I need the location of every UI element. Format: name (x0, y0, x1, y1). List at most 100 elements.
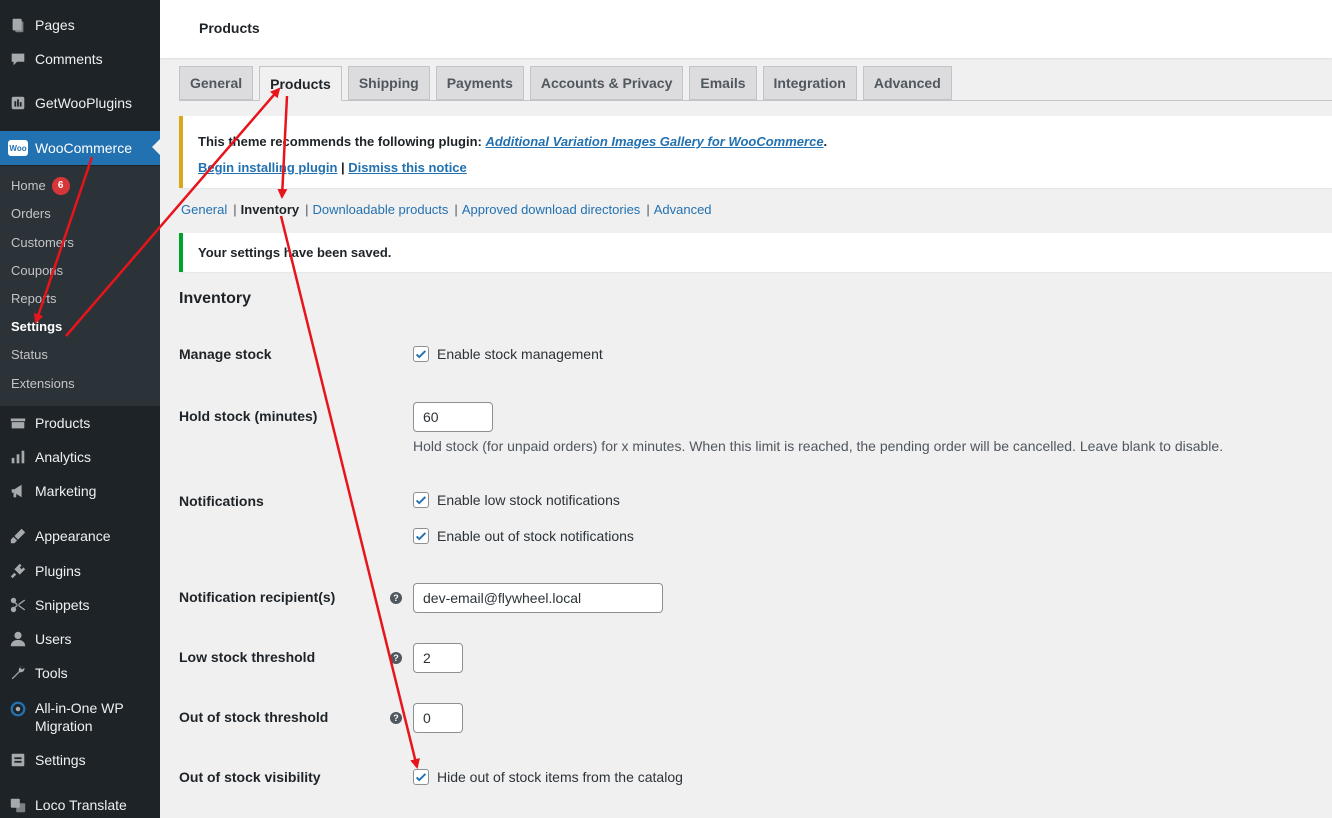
sidebar-item-settings[interactable]: Settings (0, 743, 160, 777)
sidebar-item-pages[interactable]: Pages (0, 8, 160, 42)
submenu-item-extensions[interactable]: Extensions (11, 374, 75, 394)
sidebar-item-label: Marketing (35, 483, 97, 499)
submenu-item-coupons[interactable]: Coupons (11, 261, 63, 281)
sidebar-item-label: Snippets (35, 597, 90, 613)
settings-saved-notice: Your settings have been saved. (179, 233, 1332, 272)
tab-products[interactable]: Products (259, 66, 342, 101)
submenu-item-orders[interactable]: Orders (11, 204, 51, 224)
marketing-icon (8, 481, 28, 501)
woocommerce-submenu: Home 6 Orders Customers Coupons Reports … (0, 166, 160, 406)
tab-payments[interactable]: Payments (435, 66, 524, 100)
analytics-icon (8, 447, 28, 467)
help-tip-icon[interactable]: ? (390, 712, 402, 724)
subnav-advanced[interactable]: Advanced (654, 202, 712, 217)
sidebar-item-label: GetWooPlugins (35, 95, 133, 111)
sidebar-item-label: Appearance (35, 528, 111, 544)
sidebar-item-woocommerce[interactable]: Woo WooCommerce (0, 131, 160, 165)
sidebar-item-tools[interactable]: Tools (0, 656, 160, 690)
submenu-item-settings[interactable]: Settings (11, 317, 62, 337)
dismiss-notice-link[interactable]: Dismiss this notice (348, 160, 466, 175)
section-title: Inventory (179, 290, 252, 307)
settings-icon (8, 750, 28, 770)
out-of-stock-notifications-checkbox[interactable]: Enable out of stock notifications (413, 528, 634, 544)
products-icon (8, 413, 28, 433)
out-of-stock-threshold-input[interactable]: 0 (413, 703, 463, 733)
submenu-item-customers[interactable]: Customers (11, 233, 74, 253)
tab-advanced[interactable]: Advanced (862, 66, 952, 100)
plugins-icon (8, 561, 28, 581)
sidebar-item-appearance[interactable]: Appearance (0, 519, 160, 553)
sidebar-item-label: Pages (35, 17, 75, 33)
submenu-item-status[interactable]: Status (11, 345, 48, 365)
subnav-general[interactable]: General (181, 202, 227, 217)
plugin-link[interactable]: Additional Variation Images Gallery for … (485, 134, 823, 149)
sidebar-item-label: Settings (35, 752, 86, 768)
settings-tabs: General Products Shipping Payments Accou… (179, 66, 958, 101)
hide-out-of-stock-checkbox[interactable]: Hide out of stock items from the catalog (413, 769, 683, 785)
notifications-label: Notifications (179, 493, 264, 509)
submenu-item-home[interactable]: Home 6 (11, 176, 70, 196)
translate-icon (8, 795, 28, 815)
comments-icon (8, 49, 28, 69)
tab-integration[interactable]: Integration (762, 66, 857, 100)
tab-shipping[interactable]: Shipping (347, 66, 430, 100)
sidebar-item-users[interactable]: Users (0, 622, 160, 656)
sidebar-item-snippets[interactable]: Snippets (0, 588, 160, 622)
enable-stock-management-checkbox[interactable]: Enable stock management (413, 346, 603, 362)
admin-sidebar: Pages Comments GetWooPlugins Woo WooComm… (0, 0, 160, 818)
checkbox-checked[interactable] (413, 346, 429, 362)
hold-stock-label: Hold stock (minutes) (179, 408, 318, 424)
checkbox-checked[interactable] (413, 528, 429, 544)
sidebar-item-getwooplugins[interactable]: GetWooPlugins (0, 86, 160, 120)
checkbox-checked[interactable] (413, 769, 429, 785)
sidebar-item-label: Users (35, 631, 72, 647)
help-tip-icon[interactable]: ? (390, 652, 402, 664)
checkbox-checked[interactable] (413, 492, 429, 508)
sidebar-item-label: Products (35, 415, 91, 431)
sidebar-item-comments[interactable]: Comments (0, 42, 160, 76)
pages-icon (8, 15, 28, 35)
subnav-approved-download-directories[interactable]: Approved download directories (462, 202, 641, 217)
subnav-downloadable-products[interactable]: Downloadable products (313, 202, 449, 217)
hold-stock-input[interactable]: 60 (413, 402, 493, 432)
submenu-item-reports[interactable]: Reports (11, 289, 57, 309)
page-header: Products (160, 0, 1332, 58)
woocommerce-icon: Woo (8, 138, 28, 158)
getwooplugins-icon (8, 93, 28, 113)
begin-installing-link[interactable]: Begin installing plugin (198, 160, 337, 175)
sidebar-item-label: Comments (35, 51, 103, 67)
arrow-inventory-to-visibility-checkbox (279, 215, 420, 769)
plugin-recommendation-notice: This theme recommends the following plug… (179, 116, 1332, 188)
tab-general[interactable]: General (179, 66, 254, 100)
sidebar-item-label: Loco Translate (35, 797, 127, 813)
sidebar-item-products[interactable]: Products (0, 406, 160, 440)
out-of-stock-visibility-label: Out of stock visibility (179, 769, 321, 785)
low-stock-threshold-label: Low stock threshold (179, 649, 316, 665)
section-subnav: General | Inventory | Downloadable produ… (181, 202, 712, 217)
sidebar-item-all-in-one-wp-migration[interactable]: All-in-One WP Migration (0, 696, 160, 736)
sidebar-item-marketing[interactable]: Marketing (0, 474, 160, 508)
notification-recipient-input[interactable]: dev-email@flywheel.local (413, 583, 663, 613)
help-tip-icon[interactable]: ? (390, 592, 402, 604)
notification-recipient-label: Notification recipient(s) (179, 589, 336, 605)
sidebar-item-label: Plugins (35, 563, 81, 579)
sidebar-item-plugins[interactable]: Plugins (0, 554, 160, 588)
low-stock-notifications-checkbox[interactable]: Enable low stock notifications (413, 492, 620, 508)
sidebar-item-loco-translate[interactable]: Loco Translate (0, 788, 160, 818)
update-count-badge: 6 (51, 177, 70, 195)
tab-accounts-privacy[interactable]: Accounts & Privacy (529, 66, 684, 100)
tab-emails[interactable]: Emails (689, 66, 757, 100)
sidebar-item-label: Analytics (35, 449, 92, 465)
wrench-icon (8, 663, 28, 683)
sidebar-item-label: Tools (35, 665, 68, 681)
sidebar-item-label: All-in-One WP Migration (35, 700, 124, 734)
low-stock-threshold-input[interactable]: 2 (413, 643, 463, 673)
out-of-stock-threshold-label: Out of stock threshold (179, 709, 329, 725)
sidebar-item-label: WooCommerce (35, 140, 132, 156)
users-icon (8, 629, 28, 649)
subnav-inventory[interactable]: Inventory (241, 202, 300, 217)
sidebar-item-analytics[interactable]: Analytics (0, 440, 160, 474)
manage-stock-label: Manage stock (179, 346, 272, 362)
page-title: Products (199, 20, 260, 36)
hold-stock-description: Hold stock (for unpaid orders) for x min… (413, 438, 1224, 454)
